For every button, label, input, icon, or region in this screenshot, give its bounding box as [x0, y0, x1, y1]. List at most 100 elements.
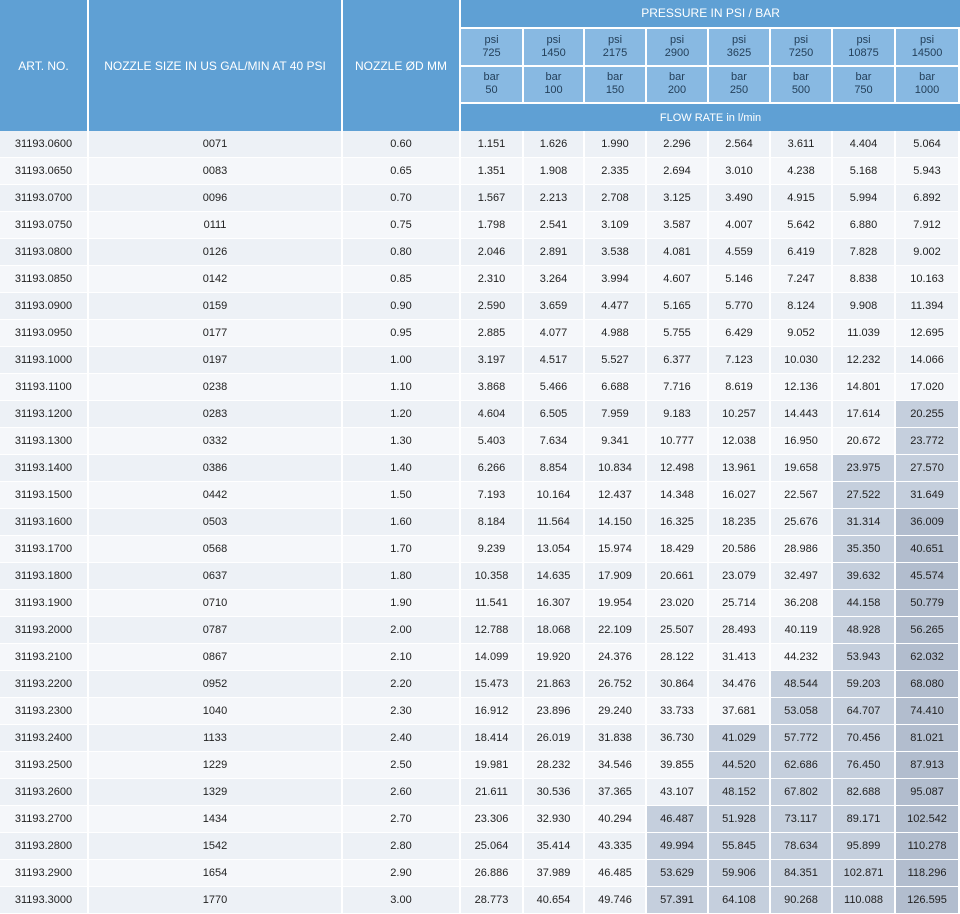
art-no-cell: 31193.2300	[0, 698, 89, 725]
flow-rate-cell: 16.325	[647, 509, 709, 536]
flow-rate-cell: 84.351	[771, 860, 833, 887]
psi-header-cell: psi 7250	[771, 28, 833, 67]
flow-rate-cell: 44.232	[771, 644, 833, 671]
table-row: 31193.1100 0238 1.10 3.868 5.466 6.688 7.716 8.…	[0, 374, 960, 401]
flow-rate-cell: 31.314	[833, 509, 896, 536]
flow-rate-cell: 59.906	[709, 860, 771, 887]
flow-rate-cell: 4.559	[709, 239, 771, 266]
psi-unit: psi	[920, 33, 935, 46]
flow-rate-cell: 30.864	[647, 671, 709, 698]
art-no-cell: 31193.1900	[0, 590, 89, 617]
flow-rate-cell: 5.466	[524, 374, 585, 401]
flow-rate-cell: 1.626	[524, 131, 585, 158]
nozzle-diameter-cell: 1.00	[343, 347, 461, 374]
flow-rate-cell: 55.845	[709, 833, 771, 860]
flow-rate-cell: 5.403	[461, 428, 524, 455]
flow-rate-cell: 51.928	[709, 806, 771, 833]
flow-rate-cell: 9.052	[771, 320, 833, 347]
flow-rate-cell: 36.009	[896, 509, 960, 536]
flow-rate-cell: 19.920	[524, 644, 585, 671]
flow-rate-cell: 15.473	[461, 671, 524, 698]
flow-rate-cell: 26.886	[461, 860, 524, 887]
psi-unit: psi	[484, 33, 499, 46]
flow-rate-cell: 11.394	[896, 293, 960, 320]
psi-header-cell: psi 1450	[524, 28, 585, 67]
flow-rate-cell: 36.730	[647, 725, 709, 752]
flow-rate-cell: 8.619	[709, 374, 771, 401]
psi-header-cell: psi 3625	[709, 28, 771, 67]
flow-rate-cell: 6.377	[647, 347, 709, 374]
nozzle-diameter-cell: 0.65	[343, 158, 461, 185]
flow-rate-cell: 9.002	[896, 239, 960, 266]
flow-rate-cell: 4.604	[461, 401, 524, 428]
bar-header-cell: bar 500	[771, 66, 833, 105]
psi-unit: psi	[856, 33, 871, 46]
flow-rate-cell: 25.064	[461, 833, 524, 860]
flow-rate-cell: 53.943	[833, 644, 896, 671]
flow-rate-cell: 27.522	[833, 482, 896, 509]
flow-rate-cell: 37.365	[585, 779, 647, 806]
bar-value: 750	[854, 84, 873, 97]
table-row: 31193.2800 1542 2.80 25.064 35.414 43.335 49.9…	[0, 833, 960, 860]
flow-rate-cell: 3.109	[585, 212, 647, 239]
art-no-header: ART. NO.	[0, 0, 89, 131]
flow-rate-cell: 12.232	[833, 347, 896, 374]
flow-rate-cell: 40.651	[896, 536, 960, 563]
flow-rate-cell: 87.913	[896, 752, 960, 779]
flow-rate-cell: 4.077	[524, 320, 585, 347]
flow-rate-cell: 4.007	[709, 212, 771, 239]
psi-unit: psi	[793, 33, 809, 46]
flow-rate-cell: 68.080	[896, 671, 960, 698]
flow-rate-cell: 7.123	[709, 347, 771, 374]
flow-rate-cell: 14.635	[524, 563, 585, 590]
bar-header-cell: bar 150	[585, 66, 647, 105]
flow-rate-cell: 14.150	[585, 509, 647, 536]
art-no-cell: 31193.3000	[0, 887, 89, 914]
flow-rate-cell: 3.197	[461, 347, 524, 374]
flow-rate-cell: 35.414	[524, 833, 585, 860]
flow-rate-cell: 2.046	[461, 239, 524, 266]
flow-rate-cell: 7.959	[585, 401, 647, 428]
nozzle-size-cell: 0142	[89, 266, 343, 293]
flow-rate-cell: 23.975	[833, 455, 896, 482]
flow-rate-cell: 37.681	[709, 698, 771, 725]
nozzle-size-cell: 1329	[89, 779, 343, 806]
nozzle-diameter-cell: 3.00	[343, 887, 461, 914]
nozzle-size-cell: 1434	[89, 806, 343, 833]
bar-unit: bar	[793, 71, 809, 84]
nozzle-diameter-cell: 1.80	[343, 563, 461, 590]
flow-rate-cell: 46.487	[647, 806, 709, 833]
flow-rate-cell: 27.570	[896, 455, 960, 482]
nozzle-diameter-cell: 0.70	[343, 185, 461, 212]
table-row: 31193.1400 0386 1.40 6.266 8.854 10.834 12.498…	[0, 455, 960, 482]
flow-rate-cell: 2.708	[585, 185, 647, 212]
flow-rate-cell: 28.986	[771, 536, 833, 563]
nozzle-diameter-cell: 1.60	[343, 509, 461, 536]
flow-rate-cell: 7.634	[524, 428, 585, 455]
flow-rate-cell: 1.798	[461, 212, 524, 239]
flow-rate-cell: 28.232	[524, 752, 585, 779]
nozzle-diameter-cell: 0.60	[343, 131, 461, 158]
nozzle-size-cell: 0442	[89, 482, 343, 509]
flow-rate-cell: 43.107	[647, 779, 709, 806]
art-no-cell: 31193.2800	[0, 833, 89, 860]
flow-rate-cell: 5.064	[896, 131, 960, 158]
flow-rate-cell: 64.108	[709, 887, 771, 914]
psi-value: 14500	[911, 46, 943, 59]
flow-rate-cell: 10.164	[524, 482, 585, 509]
flow-rate-cell: 29.240	[585, 698, 647, 725]
bar-value: 50	[485, 84, 498, 97]
art-no-cell: 31193.1700	[0, 536, 89, 563]
flow-rate-cell: 9.239	[461, 536, 524, 563]
table-row: 31193.1600 0503 1.60 8.184 11.564 14.150 16.32…	[0, 509, 960, 536]
flow-rate-cell: 6.892	[896, 185, 960, 212]
flow-rate-cell: 73.117	[771, 806, 833, 833]
bar-header-cell: bar 100	[524, 66, 585, 105]
flow-rate-cell: 18.429	[647, 536, 709, 563]
nozzle-diameter-cell: 2.20	[343, 671, 461, 698]
nozzle-size-cell: 0952	[89, 671, 343, 698]
flow-rate-cell: 3.125	[647, 185, 709, 212]
flow-rate-cell: 11.541	[461, 590, 524, 617]
bar-header-cell: bar 250	[709, 66, 771, 105]
flow-rate-cell: 14.066	[896, 347, 960, 374]
